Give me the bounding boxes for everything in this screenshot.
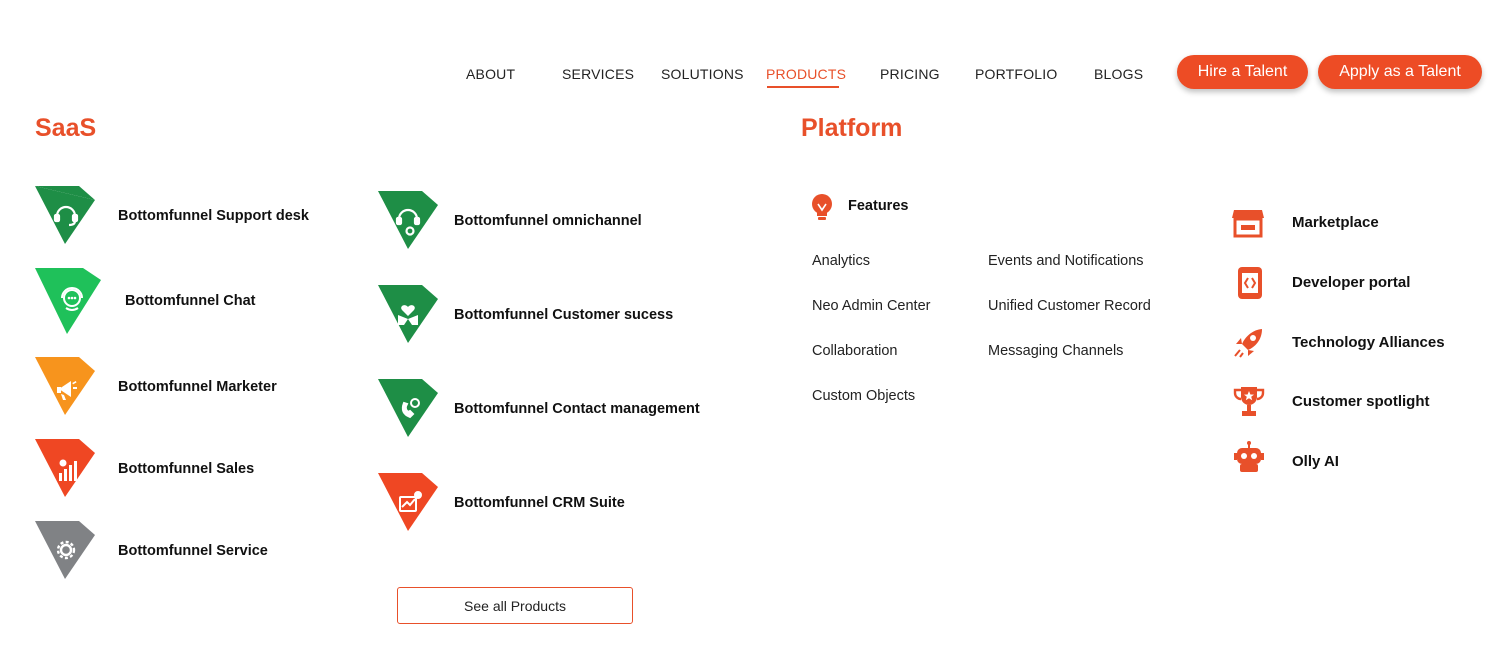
megaphone-icon[interactable] — [35, 357, 95, 417]
nav-about[interactable]: ABOUT — [466, 66, 515, 82]
platform-item-technology-alliances[interactable]: Technology Alliances — [1292, 334, 1445, 351]
features-heading: Features — [848, 198, 909, 214]
saas-item-omnichannel[interactable]: Bottomfunnel omnichannel — [454, 213, 642, 229]
saas-title: SaaS — [35, 114, 97, 142]
platform-item-marketplace[interactable]: Marketplace — [1292, 214, 1379, 231]
platform-item-olly-ai[interactable]: Olly AI — [1292, 453, 1339, 470]
feature-link-collaboration[interactable]: Collaboration — [812, 343, 897, 359]
storefront-icon — [1231, 206, 1265, 240]
apply-talent-button[interactable]: Apply as a Talent — [1318, 55, 1482, 89]
nav-blogs[interactable]: BLOGS — [1094, 66, 1143, 82]
platform-item-customer-spotlight[interactable]: Customer spotlight — [1292, 393, 1430, 410]
saas-item-sales[interactable]: Bottomfunnel Sales — [118, 461, 254, 477]
feature-link-neo-admin-center[interactable]: Neo Admin Center — [812, 298, 930, 314]
chat-support-icon[interactable] — [35, 268, 101, 334]
gears-icon[interactable] — [35, 521, 95, 581]
feature-link-messaging-channels[interactable]: Messaging Channels — [988, 343, 1123, 359]
trophy-icon — [1232, 385, 1266, 419]
phone-contact-icon[interactable] — [378, 379, 438, 439]
hands-heart-icon[interactable] — [378, 285, 438, 345]
saas-item-marketer[interactable]: Bottomfunnel Marketer — [118, 379, 277, 395]
nav-portfolio[interactable]: PORTFOLIO — [975, 66, 1057, 82]
code-phone-icon — [1233, 266, 1267, 300]
lightbulb-icon — [808, 192, 836, 224]
saas-item-service[interactable]: Bottomfunnel Service — [118, 543, 268, 559]
feature-link-custom-objects[interactable]: Custom Objects — [812, 388, 915, 404]
nav-pricing[interactable]: PRICING — [880, 66, 940, 82]
nav-active-underline — [767, 86, 839, 88]
crm-suite-icon[interactable] — [378, 473, 438, 533]
sales-chart-icon[interactable] — [35, 439, 95, 499]
saas-item-chat[interactable]: Bottomfunnel Chat — [125, 293, 255, 309]
feature-link-unified-customer-record[interactable]: Unified Customer Record — [988, 298, 1151, 314]
nav-services[interactable]: SERVICES — [562, 66, 634, 82]
rocket-icon — [1232, 326, 1266, 360]
nav-products[interactable]: PRODUCTS — [766, 66, 846, 82]
headset-plus-icon[interactable] — [378, 191, 438, 251]
saas-item-crm-suite[interactable]: Bottomfunnel CRM Suite — [454, 495, 625, 511]
platform-item-developer-portal[interactable]: Developer portal — [1292, 274, 1410, 291]
saas-item-customer-success[interactable]: Bottomfunnel Customer sucess — [454, 307, 673, 323]
top-nav: ABOUT SERVICES SOLUTIONS PRODUCTS PRICIN… — [0, 0, 1512, 100]
feature-link-events-notifications[interactable]: Events and Notifications — [988, 253, 1144, 269]
saas-item-contact-management[interactable]: Bottomfunnel Contact management — [454, 401, 700, 417]
feature-link-analytics[interactable]: Analytics — [812, 253, 870, 269]
hire-talent-button[interactable]: Hire a Talent — [1177, 55, 1308, 89]
saas-item-support-desk[interactable]: Bottomfunnel Support desk — [118, 208, 309, 224]
nav-solutions[interactable]: SOLUTIONS — [661, 66, 744, 82]
robot-icon — [1232, 440, 1266, 474]
see-all-products-button[interactable]: See all Products — [397, 587, 633, 624]
platform-title: Platform — [801, 114, 903, 142]
headset-icon[interactable] — [35, 186, 95, 246]
